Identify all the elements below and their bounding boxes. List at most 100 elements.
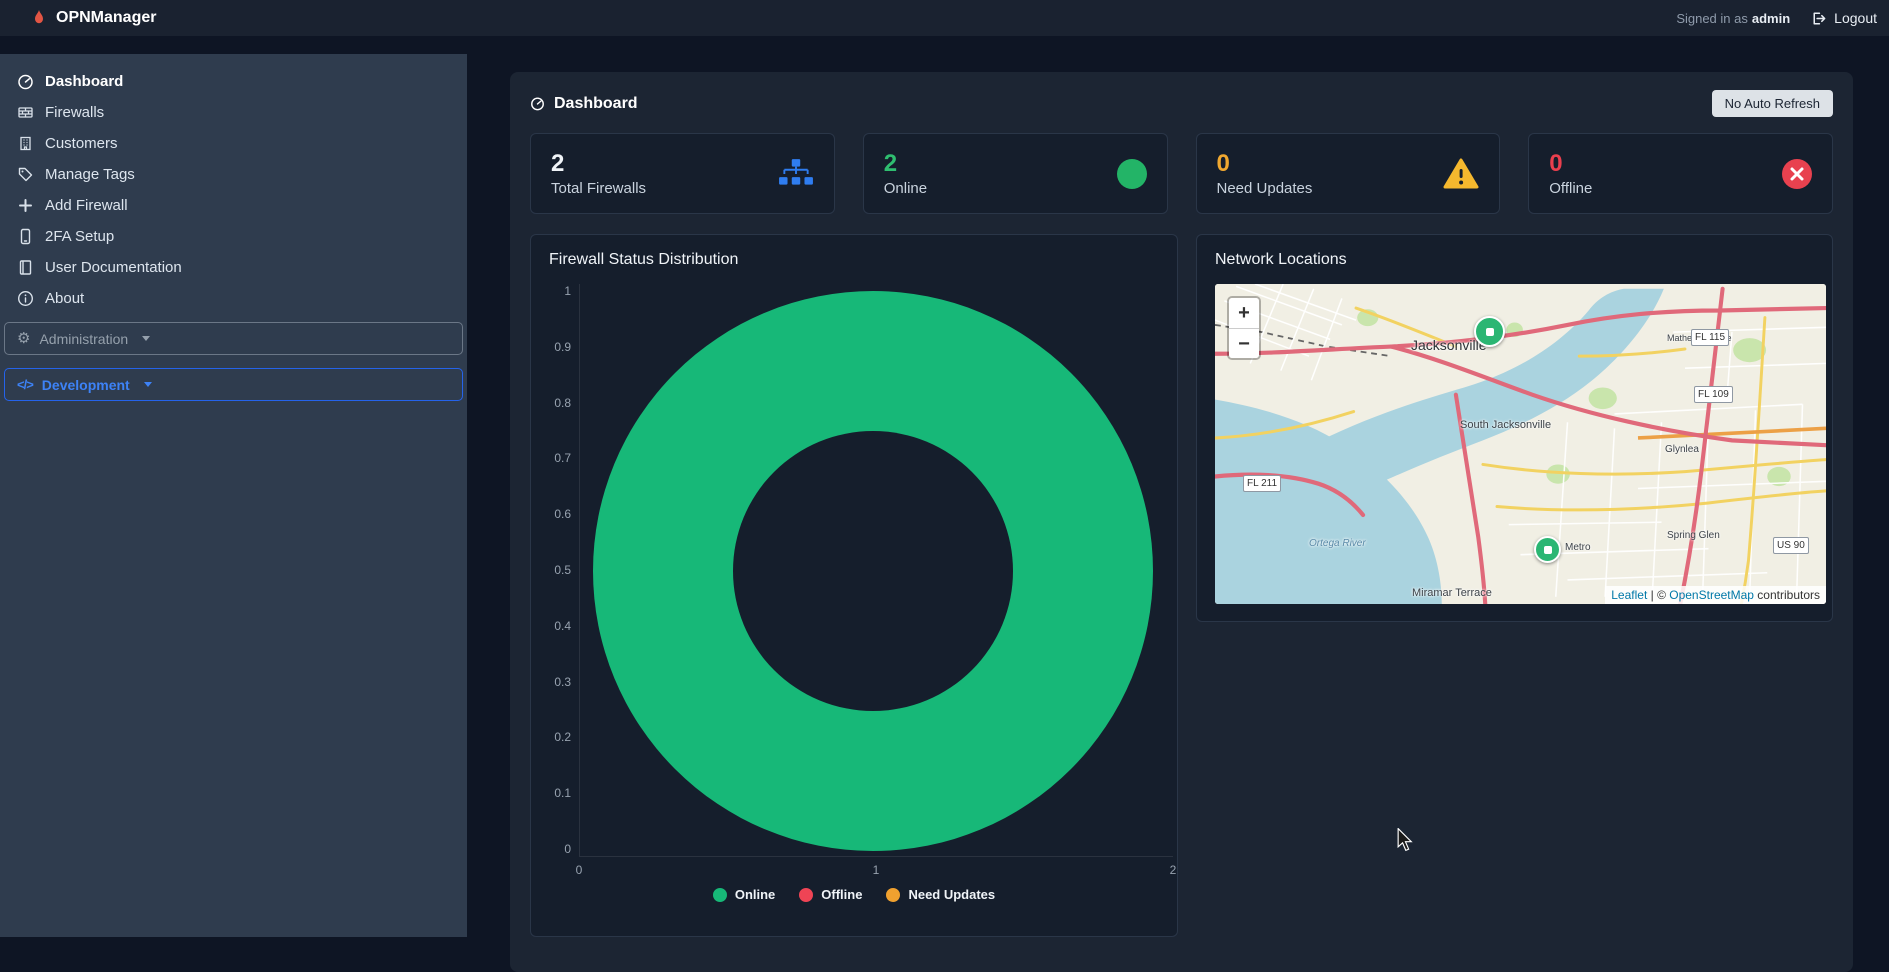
sidebar-item-customers[interactable]: Customers [0,128,467,159]
y-tick: 0.9 [554,340,571,354]
map-marker[interactable] [1534,536,1561,563]
brand-link[interactable]: OPNManager [30,9,156,27]
sitemap-icon [778,159,814,189]
plus-icon [16,197,34,214]
development-label: Development [42,377,130,393]
building-icon [16,135,34,152]
sidebar-item-2fa-setup[interactable]: 2FA Setup [0,221,467,252]
code-icon: </> [17,377,33,392]
auto-refresh-button[interactable]: No Auto Refresh [1712,90,1833,117]
x-tick: 1 [873,863,880,877]
sidebar-item-dashboard[interactable]: Dashboard [0,66,467,97]
legend-dot-online [713,888,727,902]
warning-triangle-icon [1443,158,1479,190]
stat-value: 2 [551,150,646,178]
sidebar-item-label: Firewalls [45,104,104,121]
map-label-miramar-terrace: Miramar Terrace [1412,587,1492,599]
chart-legend: Online Offline Need Updates [531,887,1177,902]
map-label-city: Jacksonville [1411,337,1486,353]
sidebar-item-label: Dashboard [45,73,123,90]
sidebar-item-about[interactable]: About [0,283,467,314]
username: admin [1752,11,1790,26]
route-shield: US 90 [1773,537,1809,554]
mouse-cursor [1394,828,1416,852]
logout-icon [1810,10,1827,27]
doughnut-hole [733,431,1013,711]
map-zoom-control: + − [1227,296,1261,360]
map-label-glynlea: Glynlea [1665,444,1699,455]
sidebar-item-user-documentation[interactable]: User Documentation [0,252,467,283]
panels-row: Firewall Status Distribution 1 0.9 0.8 0… [524,234,1839,937]
page-title-label: Dashboard [554,95,638,113]
dashboard-container: Dashboard No Auto Refresh 2 Total Firewa… [510,72,1853,972]
stat-card-online: 2 Online [863,133,1168,214]
y-tick: 0.3 [554,675,571,689]
sidebar-item-add-firewall[interactable]: Add Firewall [0,190,467,221]
tag-icon [16,166,34,183]
stat-card-offline: 0 Offline [1528,133,1833,214]
legend-dot-offline [799,888,813,902]
signed-in-text: Signed in as admin [1676,11,1790,26]
sidebar-item-label: About [45,290,84,307]
page-header: Dashboard No Auto Refresh [524,82,1839,133]
map-attribution: Leaflet | © OpenStreetMap contributors [1605,586,1826,604]
stat-label: Offline [1549,180,1592,197]
stat-label: Online [884,180,927,197]
dashboard-gauge-icon [16,73,34,90]
chart-y-axis: 1 0.9 0.8 0.7 0.6 0.5 0.4 0.3 0.2 0.1 0 [541,284,571,856]
stats-row: 2 Total Firewalls 2 Online 0 Need Update… [524,133,1839,214]
green-circle-icon [1117,159,1147,189]
legend-item-online[interactable]: Online [713,887,775,902]
legend-item-offline[interactable]: Offline [799,887,862,902]
y-tick: 0.4 [554,619,571,633]
attribution-suffix: contributors [1754,588,1820,602]
sidebar: Dashboard Firewalls Customers Manage Tag… [0,54,467,937]
stat-value: 2 [884,150,927,178]
stat-card-total-firewalls: 2 Total Firewalls [530,133,835,214]
sidebar-item-label: Customers [45,135,118,152]
chart-panel: Firewall Status Distribution 1 0.9 0.8 0… [530,234,1178,937]
y-tick: 1 [564,284,571,298]
stat-card-need-updates: 0 Need Updates [1196,133,1501,214]
map-tiles[interactable] [1215,284,1826,604]
map-label-south-jacksonville: South Jacksonville [1460,419,1551,431]
map[interactable]: + − Jacksonville South Jacksonville Mira… [1215,284,1826,604]
marker-glyph [1486,328,1494,336]
sidebar-nav: Dashboard Firewalls Customers Manage Tag… [0,66,467,314]
topbar-right: Signed in as admin Logout [1676,10,1877,27]
legend-item-need-updates[interactable]: Need Updates [886,887,995,902]
attribution-separator: | © [1647,588,1669,602]
zoom-in-button[interactable]: + [1229,298,1259,328]
map-label-spring-glen: Spring Glen [1667,530,1720,541]
map-label-ortega-river: Ortega River [1309,538,1366,549]
sidebar-item-label: User Documentation [45,259,182,276]
logout-button[interactable]: Logout [1810,10,1877,27]
chart-panel-title: Firewall Status Distribution [549,251,1159,269]
sidebar-item-firewalls[interactable]: Firewalls [0,97,467,128]
gear-icon: ⚙ [17,331,30,346]
signed-in-label: Signed in as [1676,11,1748,26]
legend-dot-need-updates [886,888,900,902]
openstreetmap-link[interactable]: OpenStreetMap [1669,588,1754,602]
info-circle-icon [16,290,34,307]
doughnut-chart [593,291,1153,851]
administration-dropdown-button[interactable]: ⚙ Administration [4,322,463,355]
red-x-circle-icon [1782,159,1812,189]
firewall-wall-icon [16,104,34,121]
zoom-out-button[interactable]: − [1229,328,1259,358]
y-axis-line [579,284,580,856]
y-tick: 0.8 [554,396,571,410]
map-marker[interactable] [1474,316,1505,347]
development-dropdown-button[interactable]: </> Development [4,368,463,401]
page-title: Dashboard [530,95,638,113]
leaflet-link[interactable]: Leaflet [1611,588,1647,602]
y-tick: 0.5 [554,563,571,577]
stat-label: Need Updates [1217,180,1313,197]
x-tick: 0 [576,863,583,877]
stat-label: Total Firewalls [551,180,646,197]
legend-label: Online [735,887,775,902]
legend-label: Offline [821,887,862,902]
map-label-metro: Metro [1565,542,1591,553]
y-tick: 0.7 [554,451,571,465]
sidebar-item-manage-tags[interactable]: Manage Tags [0,159,467,190]
